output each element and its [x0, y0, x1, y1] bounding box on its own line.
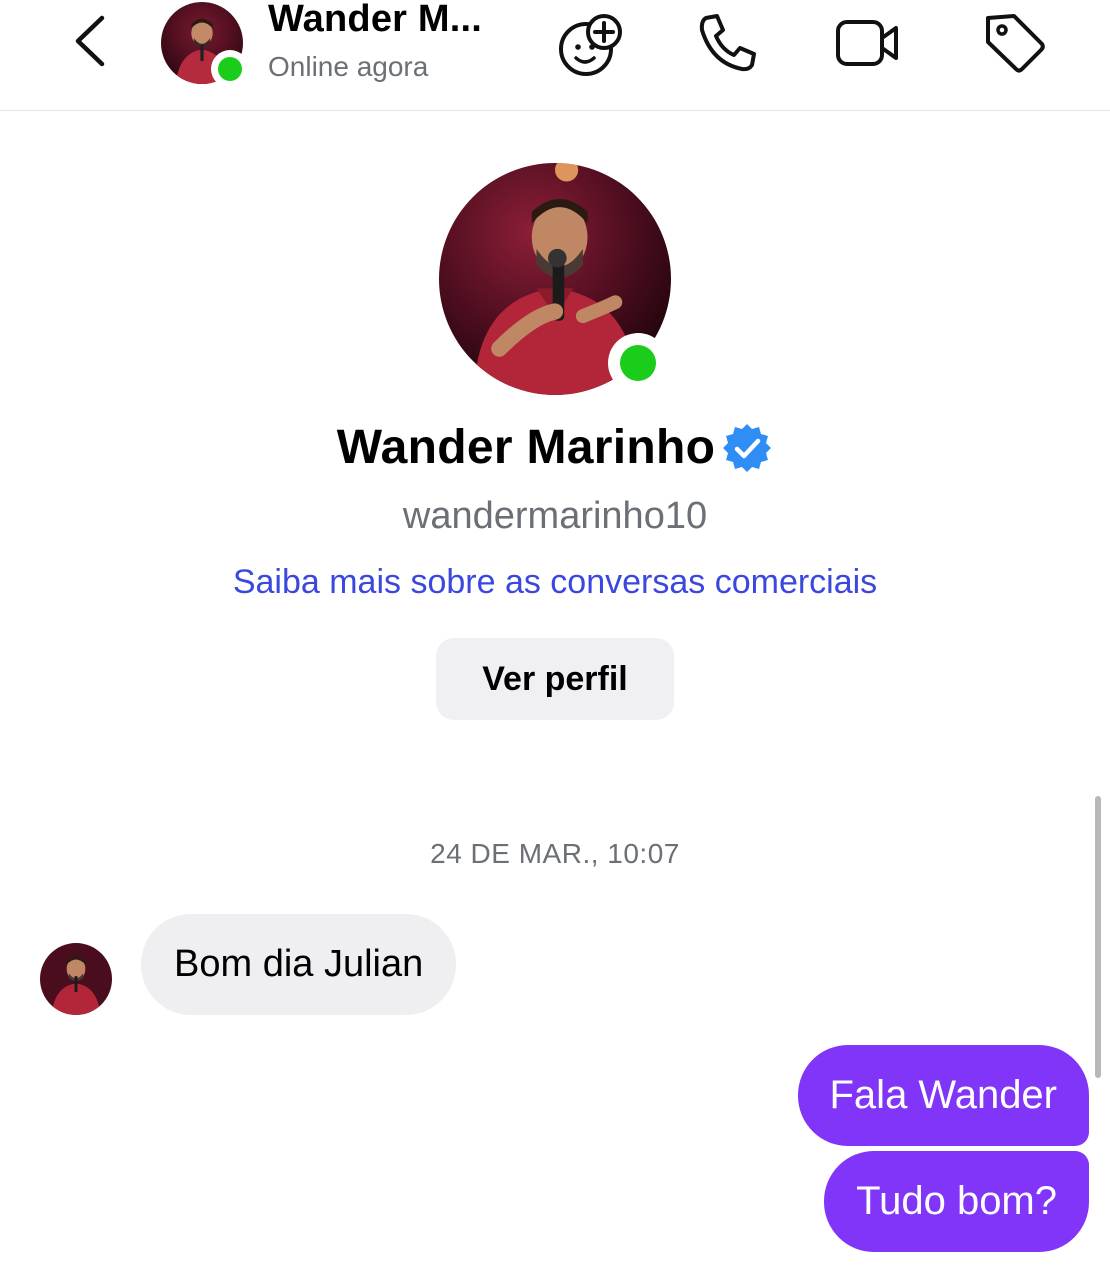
online-indicator: [608, 333, 668, 393]
online-status: Online agora: [268, 51, 429, 82]
scrollbar[interactable]: [1095, 796, 1101, 1078]
tag-icon[interactable]: [980, 8, 1050, 78]
verified-badge-icon: [721, 422, 773, 474]
message-bubble-incoming[interactable]: Bom dia Julian: [141, 914, 457, 1015]
chat-header: Wander M... Online agora: [0, 0, 1110, 111]
profile-username: wandermarinho10: [402, 495, 708, 537]
add-effect-icon[interactable]: [556, 8, 626, 78]
message-bubble-outgoing[interactable]: Tudo bom?: [824, 1151, 1089, 1252]
sender-avatar[interactable]: [40, 943, 112, 1015]
view-profile-button[interactable]: Ver perfil: [436, 638, 674, 720]
back-chevron-icon[interactable]: [62, 12, 120, 70]
profile-name-row: Wander Marinho: [0, 420, 1110, 475]
phone-icon[interactable]: [692, 8, 762, 78]
message-bubble-outgoing[interactable]: Fala Wander: [797, 1045, 1089, 1146]
message-timestamp: 24 DE MAR., 10:07: [430, 838, 680, 869]
business-chats-link[interactable]: Saiba mais sobre as conversas comerciais: [0, 563, 1110, 602]
online-indicator: [211, 50, 249, 88]
profile-name: Wander Marinho: [336, 421, 716, 474]
chat-screen: Wander M... Online agora Wander Marinho …: [0, 0, 1110, 1280]
video-camera-icon[interactable]: [832, 8, 902, 78]
contact-name[interactable]: Wander M...: [268, 0, 482, 41]
